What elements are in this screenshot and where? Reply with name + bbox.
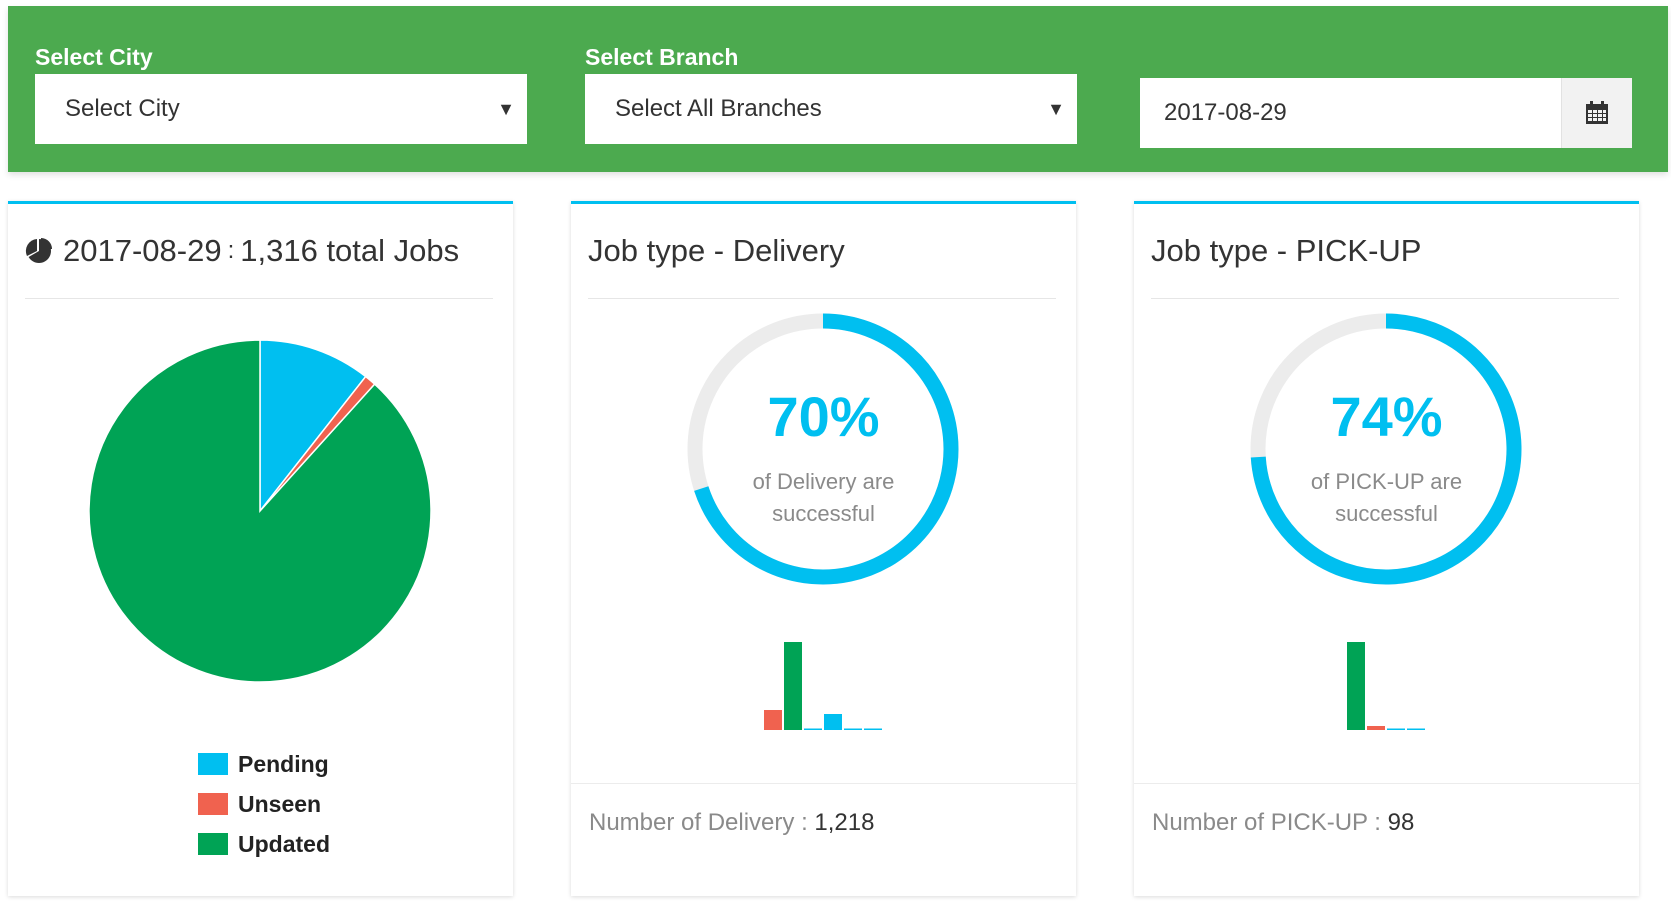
filter-bar: Select City Select City ▼ Select Branch … xyxy=(8,6,1668,172)
delivery-bar xyxy=(844,728,862,730)
delivery-bar xyxy=(804,728,822,730)
legend-item-updated[interactable]: Updated xyxy=(198,824,330,864)
delivery-success-caption: of Delivery are successful xyxy=(571,466,1076,530)
pickup-bar xyxy=(1347,642,1365,730)
legend-swatch xyxy=(198,833,228,855)
delivery-card-footer: Number of Delivery : 1,218 xyxy=(571,783,1076,896)
pickup-bar xyxy=(1367,726,1385,730)
delivery-bar xyxy=(864,728,882,730)
pickup-card-footer: Number of PICK-UP : 98 xyxy=(1134,783,1639,896)
city-filter-label: Select City xyxy=(35,44,153,70)
pickup-success-percent: 74% xyxy=(1330,385,1443,448)
city-filter-group: Select City xyxy=(8,42,153,72)
pie-chart-icon xyxy=(25,237,53,265)
legend-label: Unseen xyxy=(238,790,322,817)
delivery-count-value: 1,218 xyxy=(814,809,875,836)
pickup-bar xyxy=(1407,728,1425,730)
summary-date: 2017-08-29 xyxy=(63,233,222,268)
legend-label: Pending xyxy=(238,750,329,777)
city-select[interactable]: Select City ▼ xyxy=(35,74,527,144)
pickup-success-caption: of PICK-UP are successful xyxy=(1134,466,1639,530)
delivery-success-percent: 70% xyxy=(767,385,880,448)
pie-slice-updated xyxy=(88,339,432,683)
delivery-count-label: Number of Delivery : xyxy=(589,809,808,836)
legend-swatch xyxy=(198,793,228,815)
branch-select-value: Select All Branches xyxy=(615,95,822,122)
legend-label: Updated xyxy=(238,830,330,857)
calendar-icon xyxy=(1586,101,1608,124)
delivery-caption-line2: successful xyxy=(772,501,875,526)
delivery-card: Job type - Delivery 70% of Delivery are … xyxy=(571,201,1076,896)
summary-card: 2017-08-29 : 1,316 total Jobs Pending Uns… xyxy=(8,201,513,896)
branch-select[interactable]: Select All Branches ▼ xyxy=(585,74,1077,144)
pickup-bar xyxy=(1387,728,1405,730)
pickup-count-label: Number of PICK-UP : xyxy=(1152,809,1381,836)
branch-filter-label: Select Branch xyxy=(585,44,739,70)
legend-item-pending[interactable]: Pending xyxy=(198,744,330,784)
pickup-caption-line2: successful xyxy=(1335,501,1438,526)
summary-separator: : xyxy=(227,237,235,264)
date-picker-input[interactable]: 2017-08-29 xyxy=(1140,78,1632,148)
pickup-status-bar-chart xyxy=(1347,642,1425,730)
city-select-value: Select City xyxy=(65,95,180,122)
chevron-down-icon: ▼ xyxy=(1047,99,1065,119)
chevron-down-icon: ▼ xyxy=(497,99,515,119)
delivery-bar xyxy=(824,714,842,730)
delivery-caption-line1: of Delivery are xyxy=(752,469,895,494)
legend-item-unseen[interactable]: Unseen xyxy=(198,784,330,824)
date-picker-button[interactable] xyxy=(1561,78,1632,148)
pickup-count-value: 98 xyxy=(1387,809,1415,836)
pickup-card: Job type - PICK-UP 74% of PICK-UP are su… xyxy=(1134,201,1639,896)
pickup-caption-line1: of PICK-UP are xyxy=(1310,469,1463,494)
delivery-status-bar-chart xyxy=(764,642,882,730)
date-value: 2017-08-29 xyxy=(1164,99,1287,126)
legend-swatch xyxy=(198,753,228,775)
delivery-bar xyxy=(784,642,802,730)
summary-total: 1,316 total Jobs xyxy=(240,233,460,268)
pie-legend: Pending Unseen Updated xyxy=(198,744,330,864)
delivery-bar xyxy=(764,710,782,730)
branch-filter-group: Select Branch xyxy=(558,42,738,72)
summary-card-header: 2017-08-29 : 1,316 total Jobs xyxy=(25,204,493,299)
